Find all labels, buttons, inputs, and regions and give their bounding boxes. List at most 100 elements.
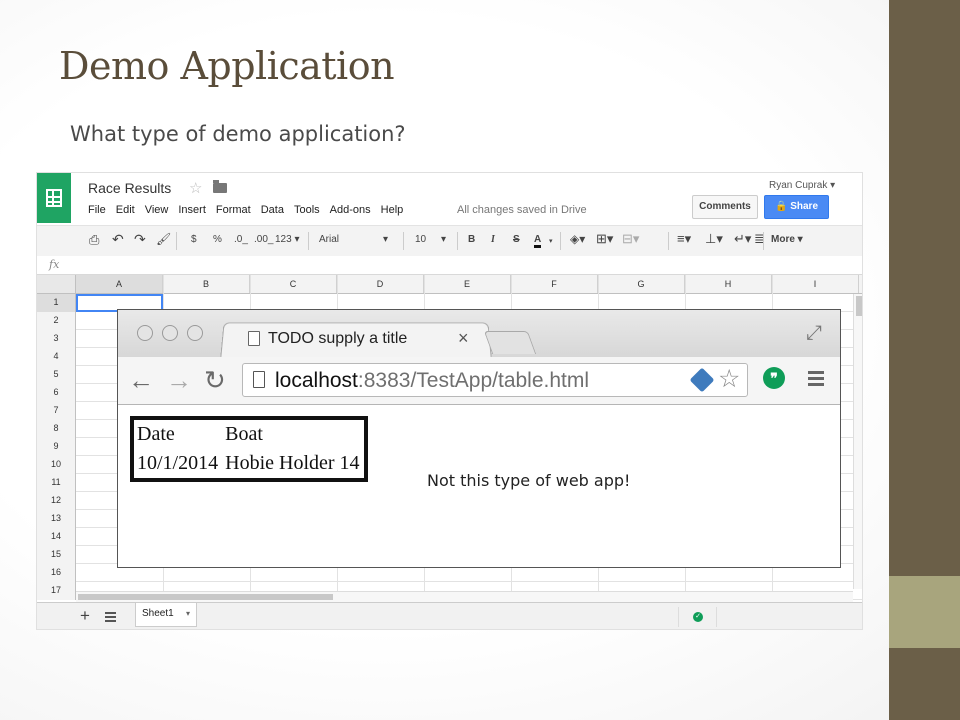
fill-color-icon[interactable]: ◈▾ — [570, 232, 585, 246]
close-tab-icon[interactable]: × — [458, 328, 469, 349]
hangouts-icon[interactable]: ❞ — [763, 367, 785, 389]
vertical-align-icon[interactable]: ⊥▾ — [705, 231, 723, 247]
user-account[interactable]: Ryan Cuprak ▾ — [769, 180, 835, 191]
table-header-row: Date Boat — [134, 420, 364, 449]
row-header[interactable]: 15 — [37, 546, 76, 564]
align-icon[interactable]: ≡▾ — [677, 231, 691, 247]
column-header[interactable]: C — [250, 275, 337, 293]
menu-format[interactable]: Format — [216, 204, 251, 216]
row-header[interactable]: 2 — [37, 312, 76, 330]
undo-icon[interactable]: ↶ — [112, 231, 124, 248]
all-sheets-icon[interactable] — [105, 612, 116, 614]
column-headers: A B C D E F G H I — [37, 275, 862, 294]
menu-edit[interactable]: Edit — [116, 204, 135, 216]
row-header[interactable]: 13 — [37, 510, 76, 528]
font-size-dropdown[interactable]: 10 ▾ — [415, 234, 451, 245]
browser-menu-icon[interactable] — [808, 371, 824, 374]
menu-tools[interactable]: Tools — [294, 204, 320, 216]
row-header[interactable]: 1 — [37, 294, 76, 312]
redo-icon[interactable]: ↷ — [134, 231, 146, 248]
more-button[interactable]: More ▾ — [771, 234, 803, 245]
comments-button[interactable]: Comments — [692, 195, 758, 219]
text-wrap-icon[interactable]: ↵▾ — [734, 231, 751, 247]
menu-data[interactable]: Data — [261, 204, 284, 216]
row-header[interactable]: 11 — [37, 474, 76, 492]
text-color-caret-icon[interactable]: ▾ — [549, 237, 553, 245]
row-header[interactable]: 5 — [37, 366, 76, 384]
row-header[interactable]: 16 — [37, 564, 76, 582]
table-row: 10/1/2014 Hobie Holder 14 — [134, 449, 364, 478]
menu-insert[interactable]: Insert — [178, 204, 206, 216]
new-tab-button[interactable] — [483, 331, 537, 354]
print-icon[interactable]: ⎙ — [89, 232, 99, 248]
table-header-cell: Boat — [225, 423, 263, 445]
menu-view[interactable]: View — [145, 204, 169, 216]
table-cell: 10/1/2014 — [137, 452, 219, 474]
back-icon[interactable]: ← — [128, 365, 154, 396]
sheets-logo-icon[interactable] — [37, 173, 71, 223]
browser-tab-strip: TODO supply a title × ⤢ — [118, 310, 840, 358]
borders-icon[interactable]: ⊞▾ — [596, 231, 613, 247]
fullscreen-icon[interactable]: ⤢ — [806, 322, 822, 345]
menu-addons[interactable]: Add-ons — [330, 204, 371, 216]
zoom-window-icon[interactable] — [187, 325, 203, 341]
document-title[interactable]: Race Results — [88, 180, 171, 196]
currency-button[interactable]: $ — [191, 234, 197, 245]
bold-button[interactable]: B — [468, 234, 475, 245]
row-header[interactable]: 4 — [37, 348, 76, 366]
sheet-tab[interactable]: Sheet1 ▾ — [135, 603, 197, 627]
url-text[interactable]: localhost:8383/TestApp/table.html — [275, 369, 589, 393]
column-header[interactable]: H — [685, 275, 772, 293]
italic-button[interactable]: I — [491, 234, 495, 245]
formula-bar[interactable]: fx — [37, 256, 862, 275]
row-header[interactable]: 7 — [37, 402, 76, 420]
row-header[interactable]: 9 — [37, 438, 76, 456]
font-dropdown[interactable]: Arial ▾ — [319, 234, 389, 245]
vertical-scrollbar[interactable] — [853, 294, 862, 589]
folder-icon[interactable] — [213, 180, 227, 193]
increase-decimal-button[interactable]: .00_ — [254, 234, 273, 245]
add-sheet-icon[interactable]: + — [80, 606, 90, 626]
sync-status-icon: ✓ — [678, 607, 717, 627]
menu-file[interactable]: File — [88, 204, 106, 216]
results-table: Date Boat 10/1/2014 Hobie Holder 14 — [130, 416, 368, 482]
decrease-decimal-button[interactable]: .0_ — [234, 234, 248, 245]
horizontal-scrollbar[interactable] — [76, 591, 853, 602]
row-header[interactable]: 12 — [37, 492, 76, 510]
row-header[interactable]: 10 — [37, 456, 76, 474]
column-header[interactable]: I — [772, 275, 859, 293]
column-header[interactable]: D — [337, 275, 424, 293]
close-window-icon[interactable] — [137, 325, 153, 341]
bookmark-star-icon[interactable]: ☆ — [718, 364, 740, 394]
page-icon — [253, 371, 265, 388]
merge-cells-icon[interactable]: ⊟▾ — [622, 231, 639, 247]
percent-button[interactable]: % — [213, 234, 222, 245]
column-header[interactable]: A — [76, 275, 163, 293]
column-header[interactable]: B — [163, 275, 250, 293]
strikethrough-button[interactable]: S — [513, 234, 520, 245]
row-header[interactable]: 3 — [37, 330, 76, 348]
table-header-cell: Date — [137, 423, 175, 445]
extension-cube-icon[interactable] — [689, 367, 715, 393]
row-header[interactable]: 6 — [37, 384, 76, 402]
row-header[interactable]: 17 — [37, 582, 76, 600]
select-all-corner[interactable] — [37, 275, 76, 293]
row-header[interactable]: 14 — [37, 528, 76, 546]
column-header[interactable]: E — [424, 275, 511, 293]
column-header[interactable]: G — [598, 275, 685, 293]
number-format-dropdown[interactable]: 123 ▾ — [275, 234, 300, 245]
paint-format-icon[interactable]: 🖌 — [156, 232, 171, 246]
toolbar: ⎙ ↶ ↷ 🖌 $ % .0_ .00_ 123 ▾ Arial ▾ 10 ▾ B … — [37, 225, 862, 257]
minimize-window-icon[interactable] — [162, 325, 178, 341]
star-icon[interactable]: ☆ — [189, 179, 202, 197]
forward-icon[interactable]: → — [166, 365, 192, 396]
address-bar[interactable]: localhost:8383/TestApp/table.html ☆ — [242, 363, 748, 397]
column-header[interactable]: F — [511, 275, 598, 293]
menu-help[interactable]: Help — [381, 204, 404, 216]
browser-window: TODO supply a title × ⤢ ← → ↻ localhost:… — [117, 309, 841, 568]
row-header[interactable]: 8 — [37, 420, 76, 438]
tab-title[interactable]: TODO supply a title — [268, 330, 407, 348]
share-button[interactable]: 🔒 Share — [764, 195, 829, 219]
text-color-button[interactable]: A — [534, 234, 542, 248]
reload-icon[interactable]: ↻ — [204, 365, 226, 396]
